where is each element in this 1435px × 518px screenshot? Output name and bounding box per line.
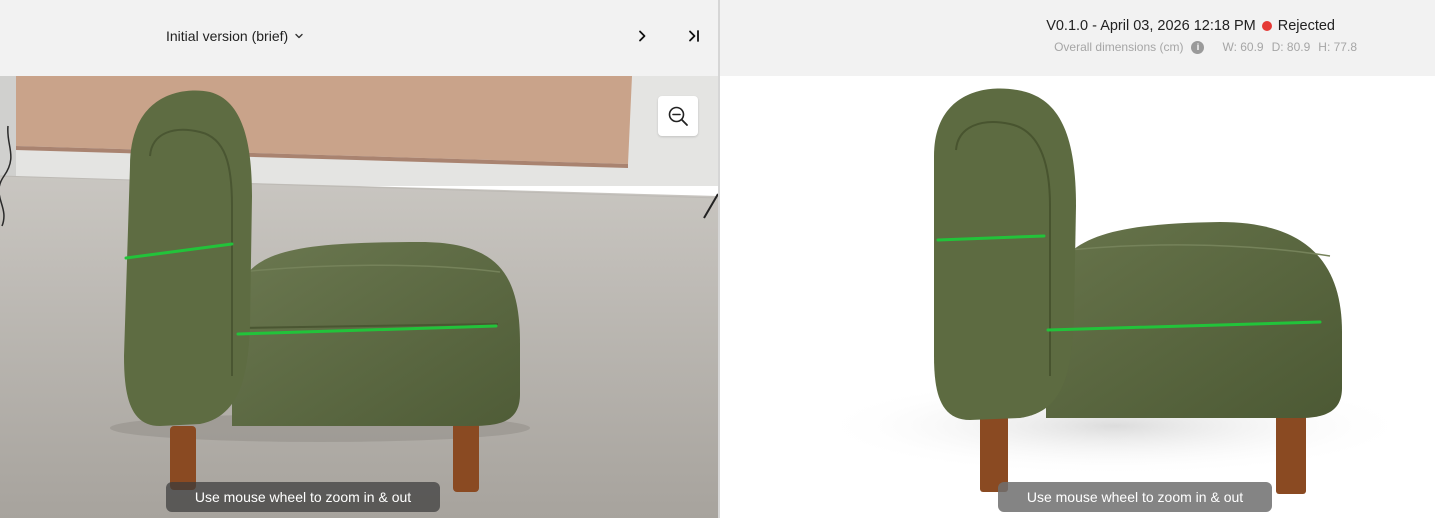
info-icon[interactable]: i [1191,40,1205,54]
zoom-hint-tooltip: Use mouse wheel to zoom in & out [166,482,440,512]
dimension-depth: D: 80.9 [1271,40,1311,54]
last-version-button[interactable] [680,24,708,48]
skip-to-end-icon [689,30,699,42]
left-header: Initial version (brief) [0,0,718,76]
version-dropdown[interactable]: Initial version (brief) [160,24,310,48]
version-info-line: V0.1.0 - April 03, 2026 12:18 PM Rejecte… [1046,18,1335,34]
dimension-width: W: 60.9 [1222,40,1264,54]
dimensions-row: Overall dimensions (cm) i W: 60.9 D: 80.… [1054,40,1357,54]
right-header: V0.1.0 - April 03, 2026 12:18 PM Rejecte… [720,0,1435,76]
chevron-right-icon [639,30,646,42]
3d-render-view[interactable] [720,76,1435,518]
reference-photo[interactable] [0,76,718,518]
status-label: Rejected [1277,18,1335,34]
zoom-hint-tooltip-render: Use mouse wheel to zoom in & out [998,482,1272,512]
next-version-button[interactable] [628,24,656,48]
reference-pane: Initial version (brief) Use mouse wheel … [0,0,718,518]
render-pane: V0.1.0 - April 03, 2026 12:18 PM Rejecte… [720,0,1435,518]
zoom-toggle-button[interactable] [658,96,698,136]
chevron-down-icon [295,33,303,39]
version-timestamp: V0.1.0 - April 03, 2026 12:18 PM [1046,18,1256,34]
dimension-height: H: 77.8 [1318,40,1357,54]
dimensions-label: Overall dimensions (cm) [1054,40,1184,54]
zoom-out-icon [668,106,688,126]
version-dropdown-label: Initial version (brief) [166,28,289,44]
status-dot-icon [1261,21,1272,31]
